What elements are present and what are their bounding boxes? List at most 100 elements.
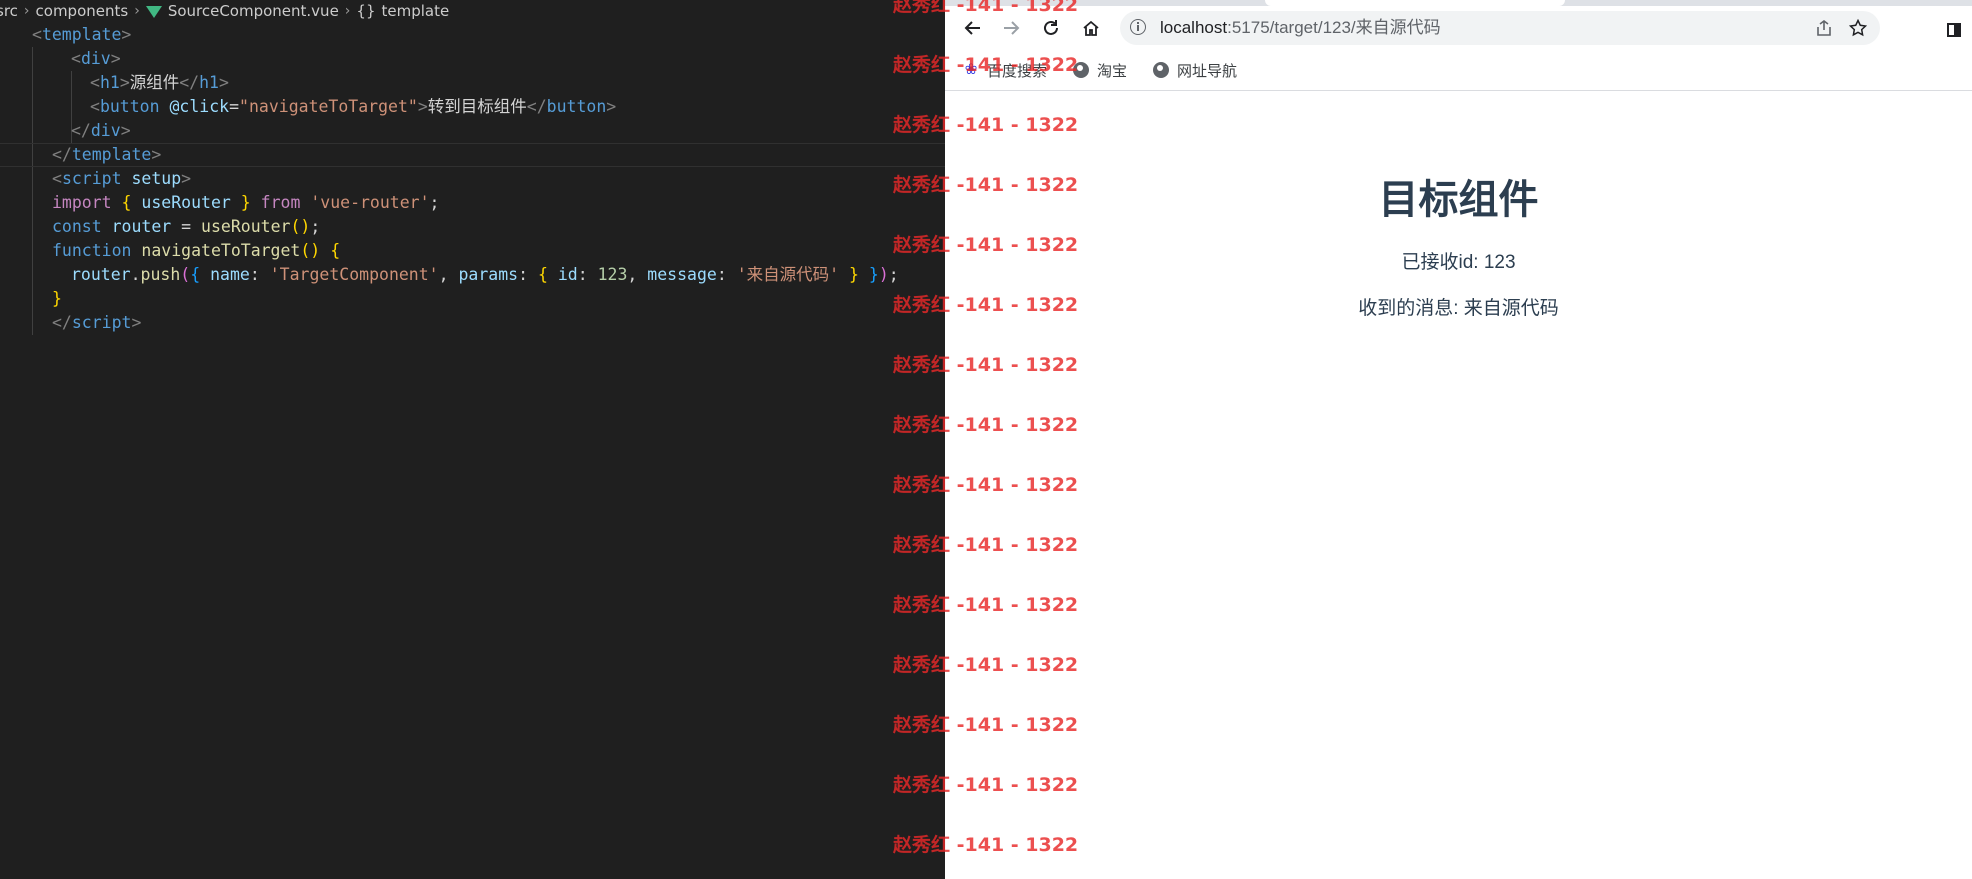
code-token: < <box>90 97 100 116</box>
code-text: import { useRouter } from 'vue-router'; <box>52 191 439 215</box>
code-text: </div> <box>71 119 131 143</box>
breadcrumb: src › components › SourceComponent.vue ›… <box>0 0 449 22</box>
code-token: </ <box>526 97 547 116</box>
code-token: } <box>52 289 62 308</box>
indent-guide <box>32 71 33 95</box>
arrow-back-icon[interactable] <box>959 14 987 42</box>
side-panel-icon[interactable] <box>1947 23 1961 37</box>
code-line[interactable]: <h1>源组件</h1> <box>0 71 945 95</box>
code-token: router <box>111 217 172 236</box>
breadcrumb-folder-src[interactable]: src <box>0 2 18 20</box>
code-token: </ <box>52 313 72 332</box>
home-icon[interactable] <box>1077 14 1105 42</box>
code-token: = <box>171 217 202 236</box>
code-line[interactable]: </script> <box>0 311 945 335</box>
code-line[interactable]: function navigateToTarget() { <box>0 239 945 263</box>
code-line[interactable]: <button @click="navigateToTarget">转到目标组件… <box>0 95 945 119</box>
code-token: > <box>219 73 229 92</box>
indent-guide <box>32 287 33 311</box>
received-message-text: 收到的消息: 来自源代码 <box>1358 298 1559 319</box>
bookmark-baidu[interactable]: ❀ 百度搜索 <box>963 57 1047 83</box>
code-token: "navigateToTarget" <box>239 97 418 116</box>
code-token: div <box>90 121 121 140</box>
code-token: @click <box>169 97 230 116</box>
code-line[interactable]: const router = useRouter(); <box>0 215 945 239</box>
code-line[interactable]: <script setup> <box>0 167 945 191</box>
globe-icon <box>1073 62 1089 78</box>
vue-file-icon <box>145 6 162 18</box>
chevron-right-icon: › <box>23 3 30 19</box>
address-bar[interactable]: localhost:5175/target/123/来自源代码 <box>1120 11 1880 45</box>
code-token: h1 <box>199 73 219 92</box>
url-text[interactable]: localhost:5175/target/123/来自源代码 <box>1160 11 1441 45</box>
indent-guide <box>32 144 33 166</box>
code-token: > <box>181 169 192 188</box>
code-line[interactable]: <div> <box>0 47 945 71</box>
code-text: } <box>52 287 62 311</box>
breadcrumb-symbol[interactable]: template <box>382 2 450 20</box>
indent-guide <box>32 215 33 239</box>
code-line[interactable]: router.push({ name: 'TargetComponent', p… <box>0 263 945 287</box>
indent-guide <box>32 95 33 119</box>
code-token: { <box>190 265 201 284</box>
code-token: < <box>71 49 81 68</box>
code-token: router <box>71 265 131 284</box>
code-token: = <box>229 97 240 116</box>
code-token: h1 <box>99 73 120 92</box>
code-text: function navigateToTarget() { <box>52 239 340 263</box>
code-token: , <box>438 265 459 284</box>
code-token: </ <box>71 121 91 140</box>
code-token: 'vue-router' <box>310 193 430 212</box>
code-token: () <box>290 217 311 236</box>
code-line[interactable]: </template> <box>0 143 945 167</box>
code-line[interactable]: <template> <box>0 23 945 47</box>
browser-toolbar: localhost:5175/target/123/来自源代码 <box>945 6 1972 51</box>
bookmark-taobao[interactable]: 淘宝 <box>1073 57 1127 83</box>
code-token: , <box>627 265 648 284</box>
code-token: button <box>99 97 160 116</box>
code-token: { <box>330 241 341 260</box>
bookmark-nav[interactable]: 网址导航 <box>1153 57 1237 83</box>
breadcrumb-file[interactable]: SourceComponent.vue <box>168 2 339 20</box>
code-token: name <box>210 265 250 284</box>
code-token: . <box>130 265 141 284</box>
code-token: > <box>606 97 617 116</box>
code-line[interactable]: } <box>0 287 945 311</box>
star-icon[interactable] <box>1846 16 1870 40</box>
code-token: '来自源代码' <box>736 265 840 284</box>
code-token: ; <box>429 193 440 212</box>
code-token: useRouter <box>201 217 291 236</box>
screenshot-root: src › components › SourceComponent.vue ›… <box>0 0 1972 879</box>
code-token: ) <box>878 265 889 284</box>
chevron-right-icon: › <box>344 3 351 19</box>
indent-guide <box>32 191 33 215</box>
page-content: 目标组件 已接收id: 123 收到的消息: 来自源代码 <box>945 91 1972 879</box>
received-id-text: 已接收id: 123 <box>1401 252 1516 273</box>
arrow-forward-icon[interactable] <box>997 14 1025 42</box>
code-token: id <box>557 265 578 284</box>
url-host: localhost <box>1160 18 1228 37</box>
code-editor[interactable]: src › components › SourceComponent.vue ›… <box>0 0 945 879</box>
info-icon[interactable] <box>1130 19 1146 35</box>
code-token: ( <box>180 265 191 284</box>
code-line[interactable]: </div> <box>0 119 945 143</box>
code-line[interactable]: import { useRouter } from 'vue-router'; <box>0 191 945 215</box>
indent-guide <box>32 119 33 143</box>
code-token: > <box>417 97 428 116</box>
code-token: button <box>546 97 607 116</box>
breadcrumb-folder-components[interactable]: components <box>36 2 129 20</box>
reload-icon[interactable] <box>1037 14 1065 42</box>
code-area[interactable]: <template> <div> <h1>源组件</h1> <button @clic… <box>0 23 945 335</box>
code-text: </template> <box>52 144 161 166</box>
share-icon[interactable] <box>1812 16 1836 40</box>
code-token: message <box>647 265 717 284</box>
bookmark-label: 百度搜索 <box>987 62 1048 80</box>
code-token: setup <box>131 169 182 188</box>
code-token: navigateToTarget <box>141 241 301 260</box>
